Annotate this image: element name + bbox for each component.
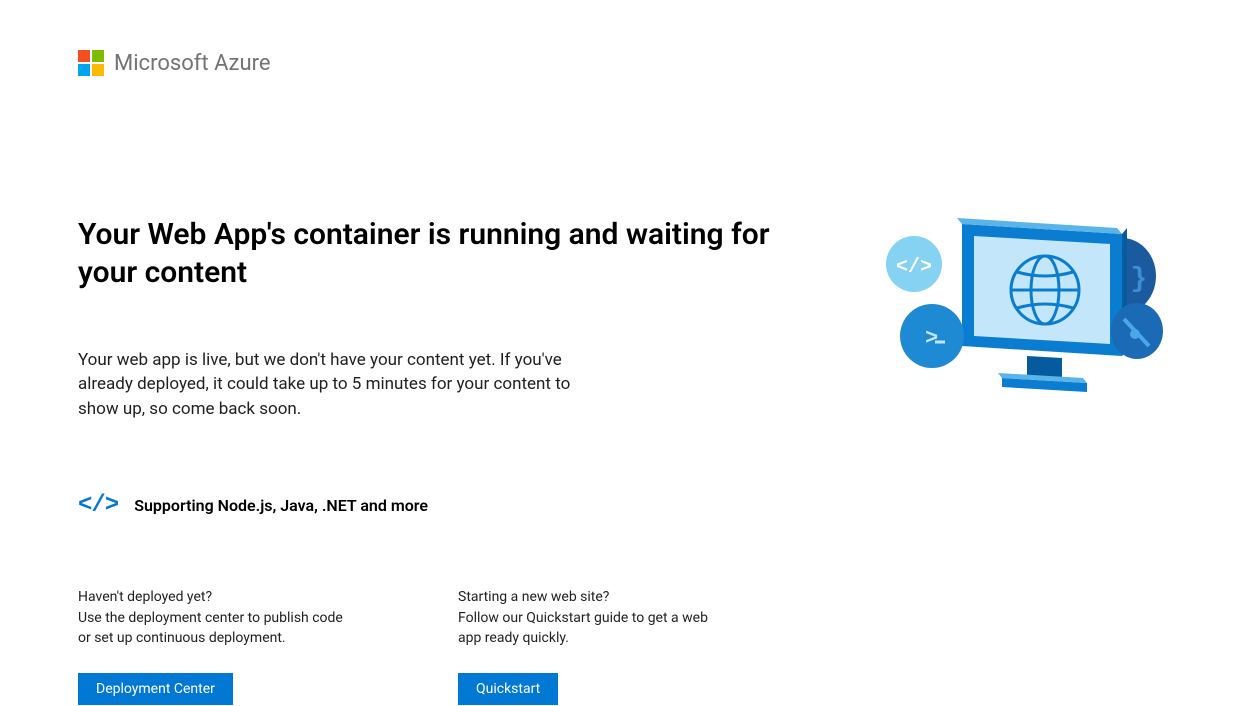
supporting-tech-row: </> Supporting Node.js, Java, .NET and m…: [78, 492, 788, 519]
quickstart-card-question: Starting a new web site?: [458, 589, 728, 605]
page-title: Your Web App's container is running and …: [78, 216, 788, 293]
quickstart-card: Starting a new web site? Follow our Quic…: [458, 589, 728, 706]
svg-text:>: >: [925, 326, 938, 351]
page-subtext: Your web app is live, but we don't have …: [78, 348, 598, 422]
supporting-tech-label: Supporting Node.js, Java, .NET and more: [134, 496, 428, 515]
deployment-card: Haven't deployed yet? Use the deployment…: [78, 589, 348, 706]
microsoft-logo-icon: [78, 50, 104, 76]
deployment-card-description: Use the deployment center to publish cod…: [78, 608, 348, 649]
monitor-illustration: { }: [867, 206, 1177, 436]
brand-name: Microsoft Azure: [114, 51, 271, 76]
code-brackets-icon: </>: [78, 492, 118, 519]
quickstart-button[interactable]: Quickstart: [458, 673, 558, 705]
svg-text:</>: </>: [896, 256, 932, 279]
deployment-center-button[interactable]: Deployment Center: [78, 673, 233, 705]
deployment-card-question: Haven't deployed yet?: [78, 589, 348, 605]
brand-logo-row: Microsoft Azure: [78, 50, 1177, 76]
quickstart-card-description: Follow our Quickstart guide to get a web…: [458, 608, 728, 649]
